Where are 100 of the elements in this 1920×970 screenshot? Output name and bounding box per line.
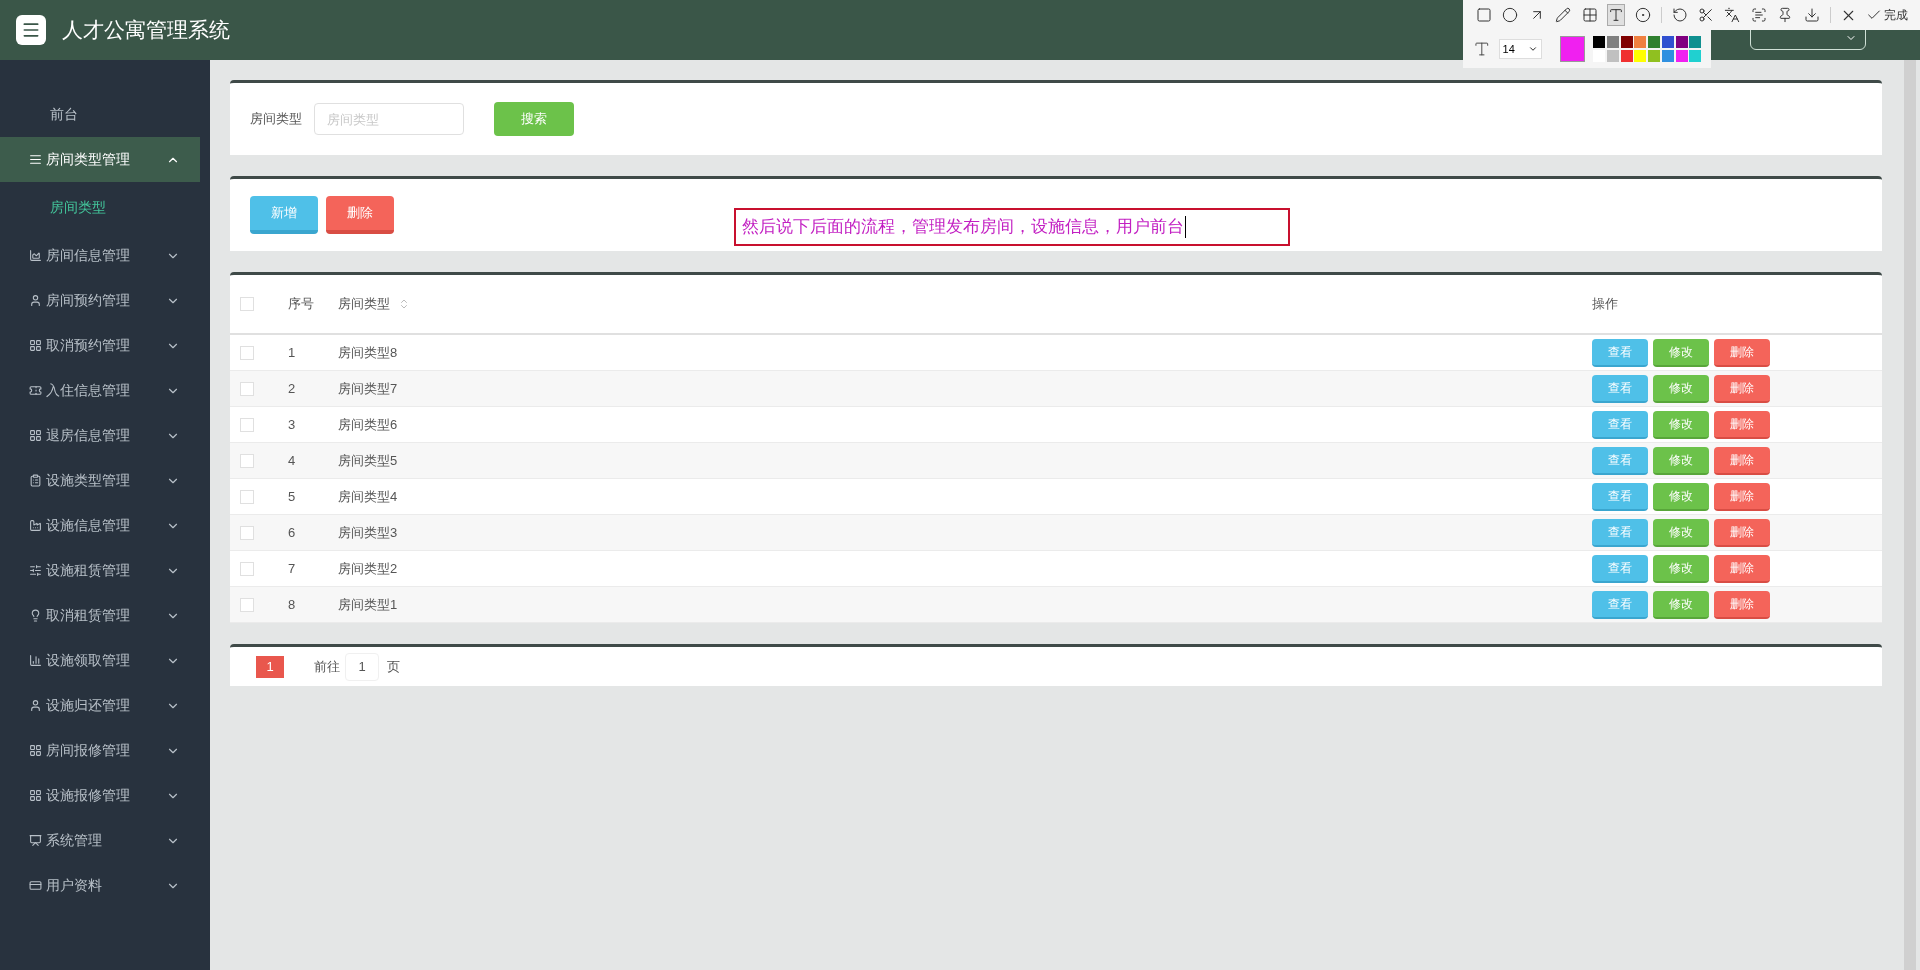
add-button[interactable]: 新增	[250, 196, 318, 234]
row-checkbox[interactable]	[240, 597, 254, 612]
edit-button[interactable]: 修改	[1653, 374, 1709, 403]
view-button[interactable]: 查看	[1592, 338, 1648, 367]
delete-button[interactable]: 删除	[1714, 554, 1770, 583]
view-button[interactable]: 查看	[1592, 446, 1648, 475]
palette-swatch[interactable]	[1648, 50, 1661, 62]
sidebar-item[interactable]: 取消租赁管理	[0, 593, 200, 638]
edit-button[interactable]: 修改	[1653, 482, 1709, 511]
delete-button[interactable]: 删除	[1714, 446, 1770, 475]
view-button[interactable]: 查看	[1592, 410, 1648, 439]
view-button[interactable]: 查看	[1592, 518, 1648, 547]
delete-button[interactable]: 删除	[1714, 482, 1770, 511]
sidebar-item[interactable]: 设施租赁管理	[0, 548, 200, 593]
sidebar-item[interactable]: 系统管理	[0, 818, 200, 863]
text-tool-icon[interactable]	[1607, 4, 1626, 26]
palette-swatch[interactable]	[1634, 36, 1647, 48]
confirm-button[interactable]: 完成	[1866, 6, 1909, 24]
table-cell: 6	[288, 524, 296, 540]
palette-swatch[interactable]	[1689, 50, 1702, 62]
page-input[interactable]: 1	[345, 652, 379, 681]
row-checkbox[interactable]	[240, 417, 254, 432]
row-checkbox[interactable]	[240, 489, 254, 504]
menu-button[interactable]	[16, 15, 46, 45]
table-cell: 房间类型3	[338, 524, 398, 540]
grid-icon	[29, 339, 42, 352]
delete-button[interactable]: 删除	[1714, 410, 1770, 439]
view-button[interactable]: 查看	[1592, 482, 1648, 511]
delete-button[interactable]: 删除	[1714, 590, 1770, 619]
table-cell: 房间类型7	[338, 380, 398, 396]
palette-swatch[interactable]	[1593, 50, 1606, 62]
sidebar-item[interactable]: 房间报修管理	[0, 728, 200, 773]
palette-swatch[interactable]	[1620, 50, 1633, 62]
sidebar-item[interactable]: 前台	[0, 92, 200, 137]
view-button[interactable]: 查看	[1592, 374, 1648, 403]
row-checkbox[interactable]	[240, 525, 254, 540]
palette-swatch[interactable]	[1675, 36, 1688, 48]
table-cell: 房间类型8	[338, 344, 398, 360]
table-cell: 3	[288, 416, 296, 432]
sidebar-item[interactable]: 房间类型管理	[0, 137, 200, 182]
row-checkbox[interactable]	[240, 345, 254, 360]
sidebar-item[interactable]: 退房信息管理	[0, 413, 200, 458]
sidebar-item[interactable]: 房间信息管理	[0, 233, 200, 278]
ticket-icon	[29, 384, 42, 397]
current-color-swatch[interactable]	[1559, 36, 1586, 62]
sidebar-subitem[interactable]: 房间类型	[0, 182, 210, 233]
delete-button[interactable]: 删除	[1714, 338, 1770, 367]
row-checkbox[interactable]	[240, 453, 254, 468]
palette-swatch[interactable]	[1593, 36, 1606, 48]
delete-button[interactable]: 删除	[1714, 518, 1770, 547]
edit-button[interactable]: 修改	[1653, 554, 1709, 583]
palette-swatch[interactable]	[1675, 50, 1688, 62]
sidebar-item[interactable]: 用户资料	[0, 863, 200, 908]
annotation-text-box[interactable]: 然后说下后面的流程，管理发布房间，设施信息，用户前台	[734, 208, 1290, 246]
sidebar-item[interactable]: 设施领取管理	[0, 638, 200, 683]
sort-icon[interactable]	[398, 298, 410, 310]
sidebar-item[interactable]: 设施报修管理	[0, 773, 200, 818]
table-cell: 2	[288, 380, 296, 396]
select-all-checkbox[interactable]	[240, 297, 254, 311]
edit-button[interactable]: 修改	[1653, 446, 1709, 475]
edit-button[interactable]: 修改	[1653, 518, 1709, 547]
edit-button[interactable]: 修改	[1653, 590, 1709, 619]
column-header[interactable]: 房间类型	[338, 294, 410, 314]
bar-chart-icon	[29, 654, 42, 667]
edit-button[interactable]: 修改	[1653, 410, 1709, 439]
delete-button[interactable]: 删除	[1714, 374, 1770, 403]
row-checkbox[interactable]	[240, 381, 254, 396]
monitor-icon	[29, 834, 42, 847]
grid-icon	[29, 429, 42, 442]
caret-icon	[1527, 44, 1538, 54]
delete-button[interactable]: 删除	[326, 196, 394, 234]
row-checkbox[interactable]	[240, 561, 254, 576]
search-label: 房间类型	[250, 110, 302, 129]
palette-swatch[interactable]	[1661, 50, 1674, 62]
sidebar-item[interactable]: 房间预约管理	[0, 278, 200, 323]
view-button[interactable]: 查看	[1592, 590, 1648, 619]
table-cell: 7	[288, 560, 296, 576]
palette-swatch[interactable]	[1607, 36, 1620, 48]
scrollbar[interactable]	[1904, 60, 1916, 970]
table-cell: 4	[288, 452, 296, 468]
sidebar-item[interactable]: 设施信息管理	[0, 503, 200, 548]
column-header: 操作	[1592, 295, 1618, 314]
sidebar-item[interactable]: 入住信息管理	[0, 368, 200, 413]
table-cell: 房间类型4	[338, 488, 398, 504]
palette-swatch[interactable]	[1661, 36, 1674, 48]
table-cell: 8	[288, 596, 296, 612]
sidebar-item[interactable]: 设施类型管理	[0, 458, 200, 503]
palette-swatch[interactable]	[1689, 36, 1702, 48]
sidebar-item[interactable]: 设施归还管理	[0, 683, 200, 728]
palette-swatch[interactable]	[1607, 50, 1620, 62]
font-size-dropdown[interactable]: 14	[1498, 39, 1542, 59]
page-button[interactable]: 1	[256, 655, 284, 678]
grid-icon	[29, 789, 42, 802]
view-button[interactable]: 查看	[1592, 554, 1648, 583]
sidebar-item[interactable]: 取消预约管理	[0, 323, 200, 368]
palette-swatch[interactable]	[1620, 36, 1633, 48]
search-button[interactable]: 搜索	[494, 102, 574, 136]
edit-button[interactable]: 修改	[1653, 338, 1709, 367]
palette-swatch[interactable]	[1648, 36, 1661, 48]
palette-swatch[interactable]	[1634, 50, 1647, 62]
